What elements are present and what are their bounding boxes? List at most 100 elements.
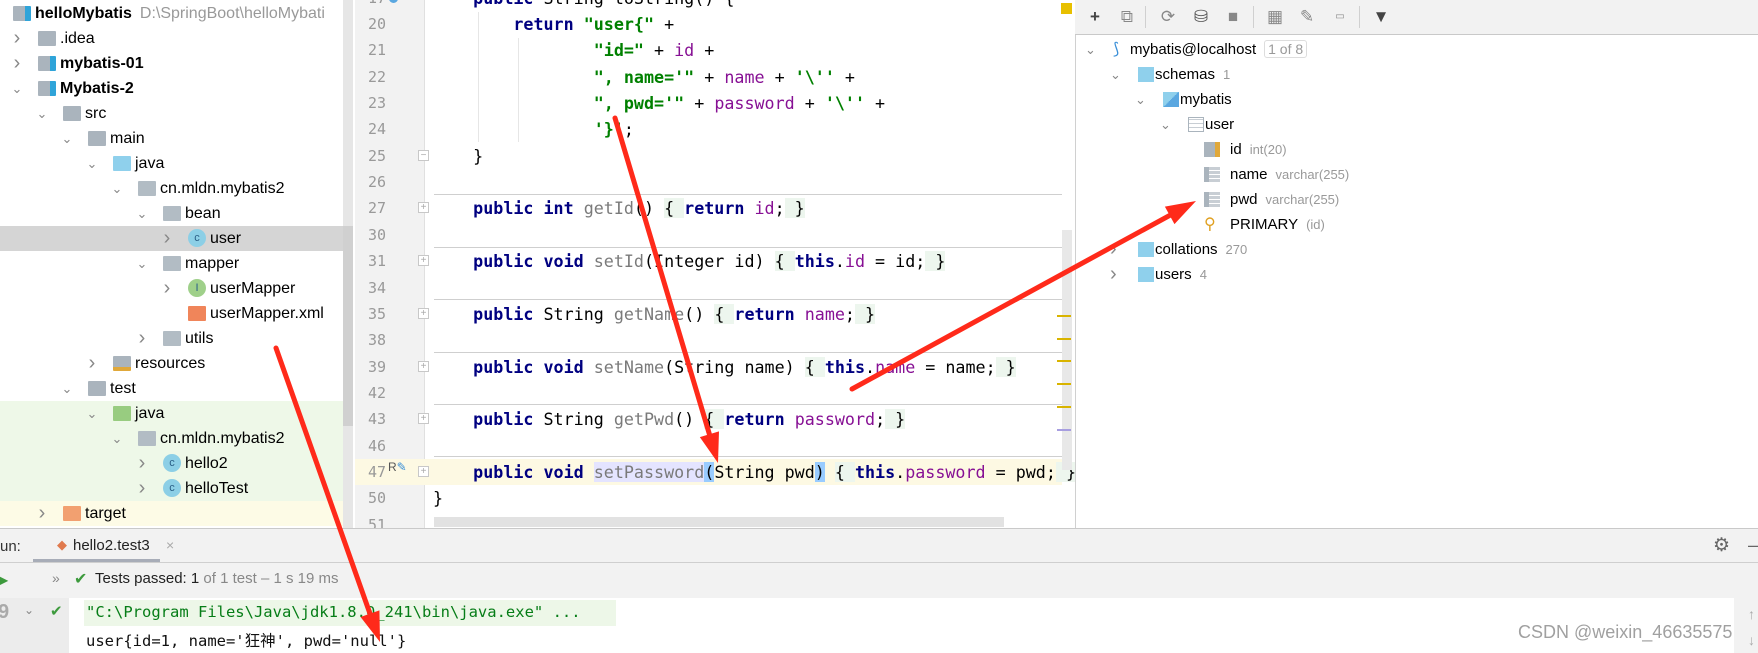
editor-vertical-scrollbar[interactable] <box>1062 230 1072 470</box>
chevron-down-icon[interactable]: ⌄ <box>1160 112 1172 137</box>
chevron-down-icon[interactable]: ⌄ <box>61 126 73 151</box>
fold-toggle-icon[interactable]: + <box>418 360 429 372</box>
chevron-right-icon[interactable]: › <box>161 226 173 251</box>
chevron-right-icon[interactable]: › <box>136 451 148 476</box>
project-tree-item[interactable]: userMapper.xml <box>0 301 343 326</box>
chevron-down-icon[interactable]: ⌄ <box>111 176 123 201</box>
chevron-down-icon[interactable]: ⌄ <box>36 101 48 126</box>
stripe-marker[interactable] <box>1057 338 1071 340</box>
project-tree-item[interactable]: › c helloTest <box>0 476 343 501</box>
chevron-down-icon[interactable]: ⌄ <box>86 401 98 426</box>
chevron-right-icon[interactable]: › <box>11 26 23 51</box>
database-tree-item[interactable]: › users 4 <box>1110 262 1685 287</box>
database-tree-item[interactable]: › collations 270 <box>1110 237 1685 262</box>
project-tree-item[interactable]: › mybatis-01 <box>0 51 343 76</box>
code-token: + <box>643 40 675 61</box>
properties-icon[interactable]: ⛁ <box>1190 6 1212 28</box>
database-tree-item[interactable]: ⌄ user <box>1160 112 1685 137</box>
duplicate-icon[interactable]: ⧉ <box>1116 6 1138 28</box>
chevron-right-icon[interactable]: › <box>136 326 148 351</box>
chevron-right-icon[interactable]: › <box>1110 262 1122 287</box>
project-tree-item[interactable]: ⌄ java <box>0 151 343 176</box>
fold-toggle-icon[interactable]: − <box>418 149 429 161</box>
database-tree-item[interactable]: ⌄ schemas 1 <box>1110 62 1685 87</box>
project-tree-item[interactable]: ⌄ test <box>0 376 343 401</box>
database-tree-item[interactable]: ⚲ PRIMARY (id) <box>1185 212 1685 237</box>
chevron-down-icon[interactable]: ⌄ <box>136 251 148 276</box>
project-tree-item[interactable]: › .idea <box>0 26 343 51</box>
project-tree-item[interactable]: ⌄ cn.mldn.mybatis2 <box>0 426 343 451</box>
chevron-right-icon[interactable]: › <box>86 351 98 376</box>
stripe-marker[interactable] <box>1057 429 1071 431</box>
project-tree-scroll-thumb[interactable] <box>343 226 353 426</box>
code-token: getPwd <box>613 409 675 430</box>
database-tree-item[interactable]: id int(20) <box>1185 137 1685 162</box>
chevron-down-icon[interactable]: ⌄ <box>111 426 123 451</box>
project-tree-item[interactable]: ⌄ src <box>0 101 343 126</box>
table-icon[interactable]: ▦ <box>1264 6 1286 28</box>
chevron-down-icon[interactable]: ⌄ <box>61 376 73 401</box>
fold-toggle-icon[interactable]: + <box>418 413 429 425</box>
stripe-marker[interactable] <box>1057 383 1071 385</box>
chevron-down-icon[interactable]: ⌄ <box>1085 37 1097 62</box>
chevron-right-icon[interactable]: › <box>1110 237 1122 262</box>
stop-icon[interactable]: ■ <box>1222 6 1244 28</box>
chevron-right-icon[interactable]: › <box>11 51 23 76</box>
edit-icon[interactable]: ✎ <box>1296 6 1318 28</box>
project-tree-item[interactable]: ⌄ Mybatis-2 <box>0 76 343 101</box>
refresh-icon[interactable]: ⟳ <box>1157 6 1179 28</box>
chevron-down-icon[interactable]: ⌄ <box>11 76 23 101</box>
collapse-chevron-icon[interactable]: ⌄ <box>24 603 34 617</box>
fold-toggle-icon[interactable]: + <box>418 465 429 477</box>
project-tree-item[interactable]: helloMybatis D:\SpringBoot\helloMybati <box>0 1 343 26</box>
run-play-icon[interactable]: ▶ <box>0 570 8 590</box>
scroll-up-icon[interactable]: ↑ <box>1748 606 1755 622</box>
edit-gutter-icon[interactable]: R✎ <box>388 460 407 474</box>
chevron-down-icon[interactable]: ⌄ <box>136 201 148 226</box>
stripe-marker[interactable] <box>1057 315 1071 317</box>
chevron-right-icon[interactable]: › <box>36 501 48 526</box>
sql-console-icon[interactable]: ▭ <box>1329 6 1351 28</box>
database-tree-item[interactable]: pwd varchar(255) <box>1185 187 1685 212</box>
project-tree-label: test <box>110 376 136 401</box>
project-tree-item[interactable]: › resources <box>0 351 343 376</box>
settings-gear-icon[interactable]: ⚙ <box>1713 534 1730 557</box>
chevron-down-icon[interactable]: ⌄ <box>1135 87 1147 112</box>
project-tree-item[interactable]: ⌄ bean <box>0 201 343 226</box>
editor-horizontal-scrollbar[interactable] <box>434 517 1004 527</box>
filter-icon[interactable]: ▼ <box>1370 6 1392 28</box>
chevron-down-icon[interactable]: ⌄ <box>86 151 98 176</box>
close-tab-icon[interactable]: × <box>166 537 174 553</box>
stripe-marker[interactable] <box>1057 360 1071 362</box>
project-tree-item[interactable]: ⌄ java <box>0 401 343 426</box>
expand-icon[interactable]: » <box>52 570 60 586</box>
project-tree-label: resources <box>135 351 205 376</box>
project-tree-item[interactable]: › target <box>0 501 343 526</box>
folder-icon <box>63 106 81 121</box>
fold-toggle-icon[interactable]: + <box>418 202 429 214</box>
code-token: () <box>633 198 655 219</box>
add-icon[interactable]: + <box>1084 6 1106 28</box>
project-tree-item[interactable]: › IuserMapper <box>0 276 343 301</box>
project-tree-item[interactable]: › c user <box>0 226 343 251</box>
stripe-marker[interactable] <box>1057 406 1071 408</box>
database-tree-item[interactable]: ⌄ mybatis <box>1135 87 1685 112</box>
project-tree-item[interactable]: ⌄ main <box>0 126 343 151</box>
database-tree-item[interactable]: name varchar(255) <box>1185 162 1685 187</box>
chevron-right-icon[interactable]: › <box>161 276 173 301</box>
chevron-right-icon[interactable]: › <box>136 476 148 501</box>
scroll-down-icon[interactable]: ↓ <box>1748 632 1755 648</box>
project-tree-item[interactable]: ⌄ cn.mldn.mybatis2 <box>0 176 343 201</box>
database-tree-item[interactable]: ⌄ ⟆ mybatis@localhost 1 of 8 <box>1085 37 1685 62</box>
run-tab[interactable]: ◆ hello2.test3 × <box>33 529 174 562</box>
project-tree-item[interactable]: › c hello2 <box>0 451 343 476</box>
line-number: 27 <box>367 199 386 218</box>
fold-toggle-icon[interactable]: + <box>418 307 429 319</box>
project-tree-item[interactable]: › utils <box>0 326 343 351</box>
minimize-icon[interactable]: — <box>1748 535 1758 556</box>
chevron-down-icon[interactable]: ⌄ <box>1110 62 1122 87</box>
method-separator <box>434 352 1062 353</box>
fold-toggle-icon[interactable]: + <box>418 255 429 267</box>
project-tree-item[interactable]: ⌄ mapper <box>0 251 343 276</box>
datasource-count-badge[interactable]: 1 of 8 <box>1264 40 1308 58</box>
